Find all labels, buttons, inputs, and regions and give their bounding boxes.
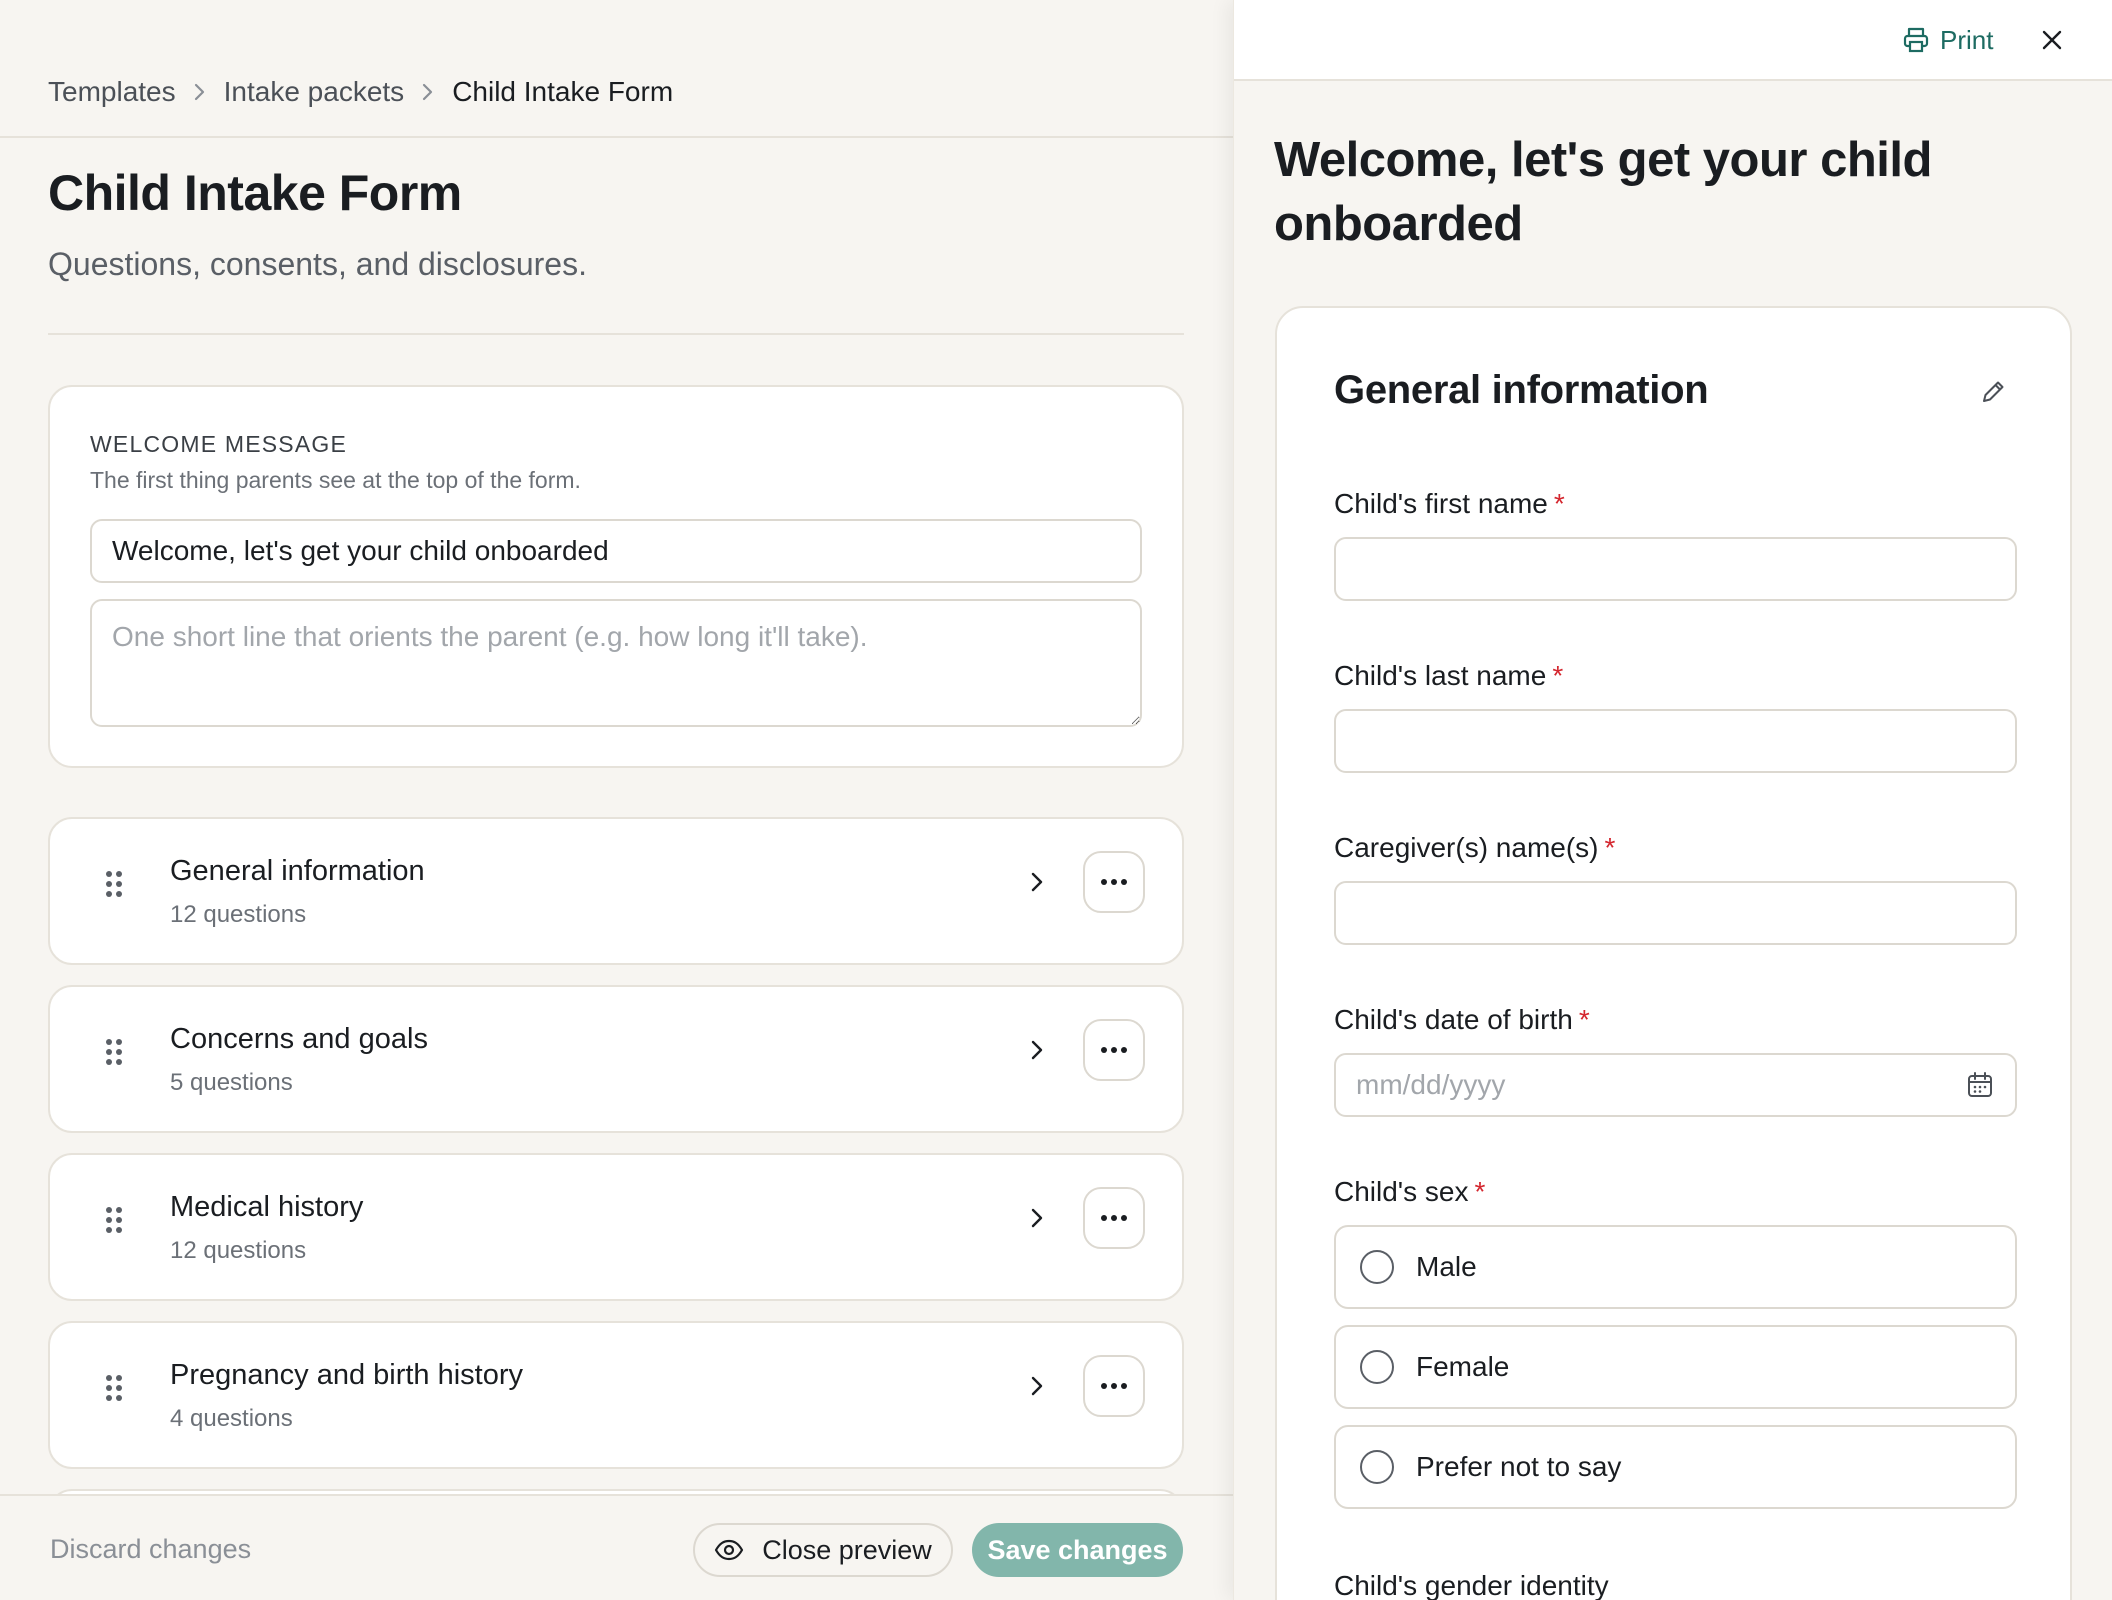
date-of-birth-label: Child's date of birth * bbox=[1334, 1004, 1590, 1035]
more-horizontal-icon bbox=[1101, 1383, 1127, 1389]
section-question-count: 5 questions bbox=[170, 1069, 293, 1096]
section-card-concerns-and-goals[interactable]: Concerns and goals 5 questions bbox=[48, 985, 1184, 1133]
section-card-medical-history[interactable]: Medical history 12 questions bbox=[48, 1153, 1184, 1301]
chevron-right-icon[interactable] bbox=[1020, 1201, 1054, 1235]
radio-option-female[interactable]: Female bbox=[1334, 1325, 2017, 1409]
more-horizontal-icon bbox=[1101, 1047, 1127, 1053]
close-preview-icon-button[interactable] bbox=[2034, 22, 2070, 58]
preview-panel: Print Welcome, let's get your child onbo… bbox=[1233, 0, 2112, 1600]
section-question-count: 12 questions bbox=[170, 901, 307, 928]
calendar-icon[interactable] bbox=[1963, 1068, 1997, 1102]
divider bbox=[0, 136, 1233, 138]
edit-section-button[interactable] bbox=[1975, 374, 2011, 410]
first-name-input[interactable] bbox=[1334, 537, 2017, 601]
more-options-button[interactable] bbox=[1083, 1187, 1145, 1249]
section-question-count: 12 questions bbox=[170, 1237, 307, 1264]
more-horizontal-icon bbox=[1101, 1215, 1127, 1221]
breadcrumb-templates[interactable]: Templates bbox=[48, 76, 176, 108]
section-title: Pregnancy and birth history bbox=[170, 1359, 524, 1391]
chevron-right-icon bbox=[176, 82, 224, 102]
save-changes-button[interactable]: Save changes bbox=[972, 1523, 1183, 1577]
welcome-subtext-textarea[interactable] bbox=[90, 599, 1142, 727]
last-name-label: Child's last name * bbox=[1334, 660, 1564, 691]
page-subtitle: Questions, consents, and disclosures. bbox=[48, 246, 587, 282]
radio-option-male[interactable]: Male bbox=[1334, 1225, 2017, 1309]
radio-button[interactable] bbox=[1360, 1250, 1394, 1284]
drag-handle-icon[interactable] bbox=[106, 1039, 122, 1065]
child-sex-label: Child's sex * bbox=[1334, 1176, 1486, 1207]
more-options-button[interactable] bbox=[1083, 851, 1145, 913]
breadcrumb-intake-packets[interactable]: Intake packets bbox=[224, 76, 405, 108]
section-title: General information bbox=[170, 855, 425, 887]
close-preview-label: Close preview bbox=[762, 1534, 932, 1565]
chevron-right-icon[interactable] bbox=[1020, 865, 1054, 899]
welcome-title-input[interactable] bbox=[90, 519, 1142, 583]
chevron-right-icon[interactable] bbox=[1020, 1033, 1054, 1067]
preview-welcome-title: Welcome, let's get your child onboarded bbox=[1274, 133, 1932, 251]
close-icon bbox=[2042, 30, 2062, 50]
required-asterisk: * bbox=[1553, 488, 1565, 519]
date-of-birth-input[interactable] bbox=[1334, 1053, 2017, 1117]
section-card-general-information[interactable]: General information 12 questions bbox=[48, 817, 1184, 965]
chevron-right-icon bbox=[404, 82, 452, 102]
section-title: Medical history bbox=[170, 1191, 364, 1223]
breadcrumb: Templates Intake packets Child Intake Fo… bbox=[48, 72, 673, 112]
printer-icon bbox=[1903, 27, 1929, 53]
required-asterisk: * bbox=[1578, 1004, 1590, 1035]
editor-footer: Discard changes Close preview Save chang… bbox=[0, 1494, 1233, 1600]
required-asterisk: * bbox=[1474, 1176, 1486, 1207]
section-question-count: 4 questions bbox=[170, 1405, 293, 1432]
radio-label: Female bbox=[1416, 1351, 1510, 1382]
eye-icon bbox=[715, 1539, 744, 1561]
gender-identity-label: Child's gender identity bbox=[1334, 1570, 1609, 1600]
drag-handle-icon[interactable] bbox=[106, 871, 122, 897]
section-card-pregnancy-and-birth-history[interactable]: Pregnancy and birth history 4 questions bbox=[48, 1321, 1184, 1469]
print-label: Print bbox=[1940, 24, 1994, 55]
required-asterisk: * bbox=[1552, 660, 1564, 691]
caregiver-name-input[interactable] bbox=[1334, 881, 2017, 945]
form-section-title: General information bbox=[1334, 368, 1709, 412]
first-name-label: Child's first name * bbox=[1334, 488, 1565, 519]
pencil-icon bbox=[1983, 381, 2004, 402]
preview-form-card: General information Child's first name * … bbox=[1275, 306, 2072, 1600]
radio-button[interactable] bbox=[1360, 1450, 1394, 1484]
required-asterisk: * bbox=[1604, 832, 1616, 863]
discard-changes-button[interactable]: Discard changes bbox=[50, 1534, 251, 1565]
drag-handle-icon[interactable] bbox=[106, 1207, 122, 1233]
section-title: Concerns and goals bbox=[170, 1023, 428, 1055]
more-horizontal-icon bbox=[1101, 879, 1127, 885]
last-name-input[interactable] bbox=[1334, 709, 2017, 773]
page-title: Child Intake Form bbox=[48, 165, 462, 221]
more-options-button[interactable] bbox=[1083, 1019, 1145, 1081]
welcome-message-heading: WELCOME MESSAGE bbox=[90, 431, 347, 457]
drag-handle-icon[interactable] bbox=[106, 1375, 122, 1401]
welcome-message-card: WELCOME MESSAGE The first thing parents … bbox=[48, 385, 1184, 768]
welcome-message-help: The first thing parents see at the top o… bbox=[90, 467, 581, 493]
breadcrumb-current: Child Intake Form bbox=[452, 76, 674, 107]
radio-option-prefer-not-to-say[interactable]: Prefer not to say bbox=[1334, 1425, 2017, 1509]
print-button[interactable]: Print bbox=[1902, 20, 1993, 60]
preview-topbar: Print bbox=[1234, 0, 2112, 81]
radio-label: Prefer not to say bbox=[1416, 1451, 1622, 1482]
divider bbox=[48, 333, 1184, 335]
chevron-right-icon[interactable] bbox=[1020, 1369, 1054, 1403]
radio-label: Male bbox=[1416, 1251, 1477, 1282]
editor-panel: Templates Intake packets Child Intake Fo… bbox=[0, 0, 1233, 1600]
radio-button[interactable] bbox=[1360, 1350, 1394, 1384]
caregiver-name-label: Caregiver(s) name(s) * bbox=[1334, 832, 1616, 863]
more-options-button[interactable] bbox=[1083, 1355, 1145, 1417]
close-preview-button[interactable]: Close preview bbox=[693, 1523, 953, 1577]
